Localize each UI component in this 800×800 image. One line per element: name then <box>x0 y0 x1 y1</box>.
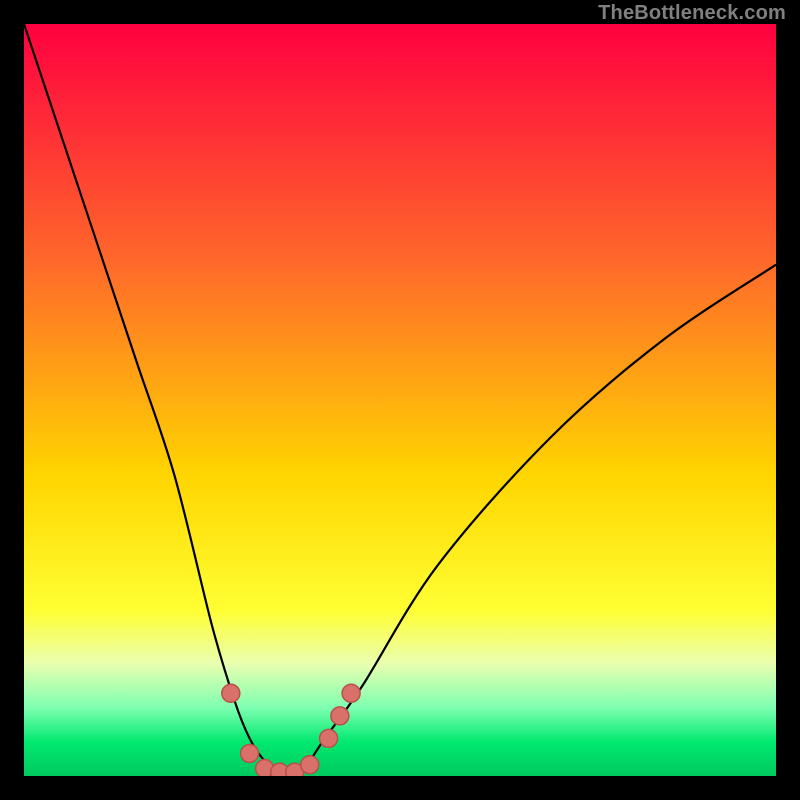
gradient-background <box>24 24 776 776</box>
marker-dot <box>320 729 338 747</box>
chart-frame: TheBottleneck.com <box>0 0 800 800</box>
plot-area <box>24 24 776 776</box>
marker-dot <box>331 707 349 725</box>
plot-svg <box>24 24 776 776</box>
marker-dot <box>342 684 360 702</box>
marker-dot <box>301 756 319 774</box>
marker-dot <box>241 744 259 762</box>
attribution-text: TheBottleneck.com <box>598 2 786 25</box>
marker-dot <box>222 684 240 702</box>
